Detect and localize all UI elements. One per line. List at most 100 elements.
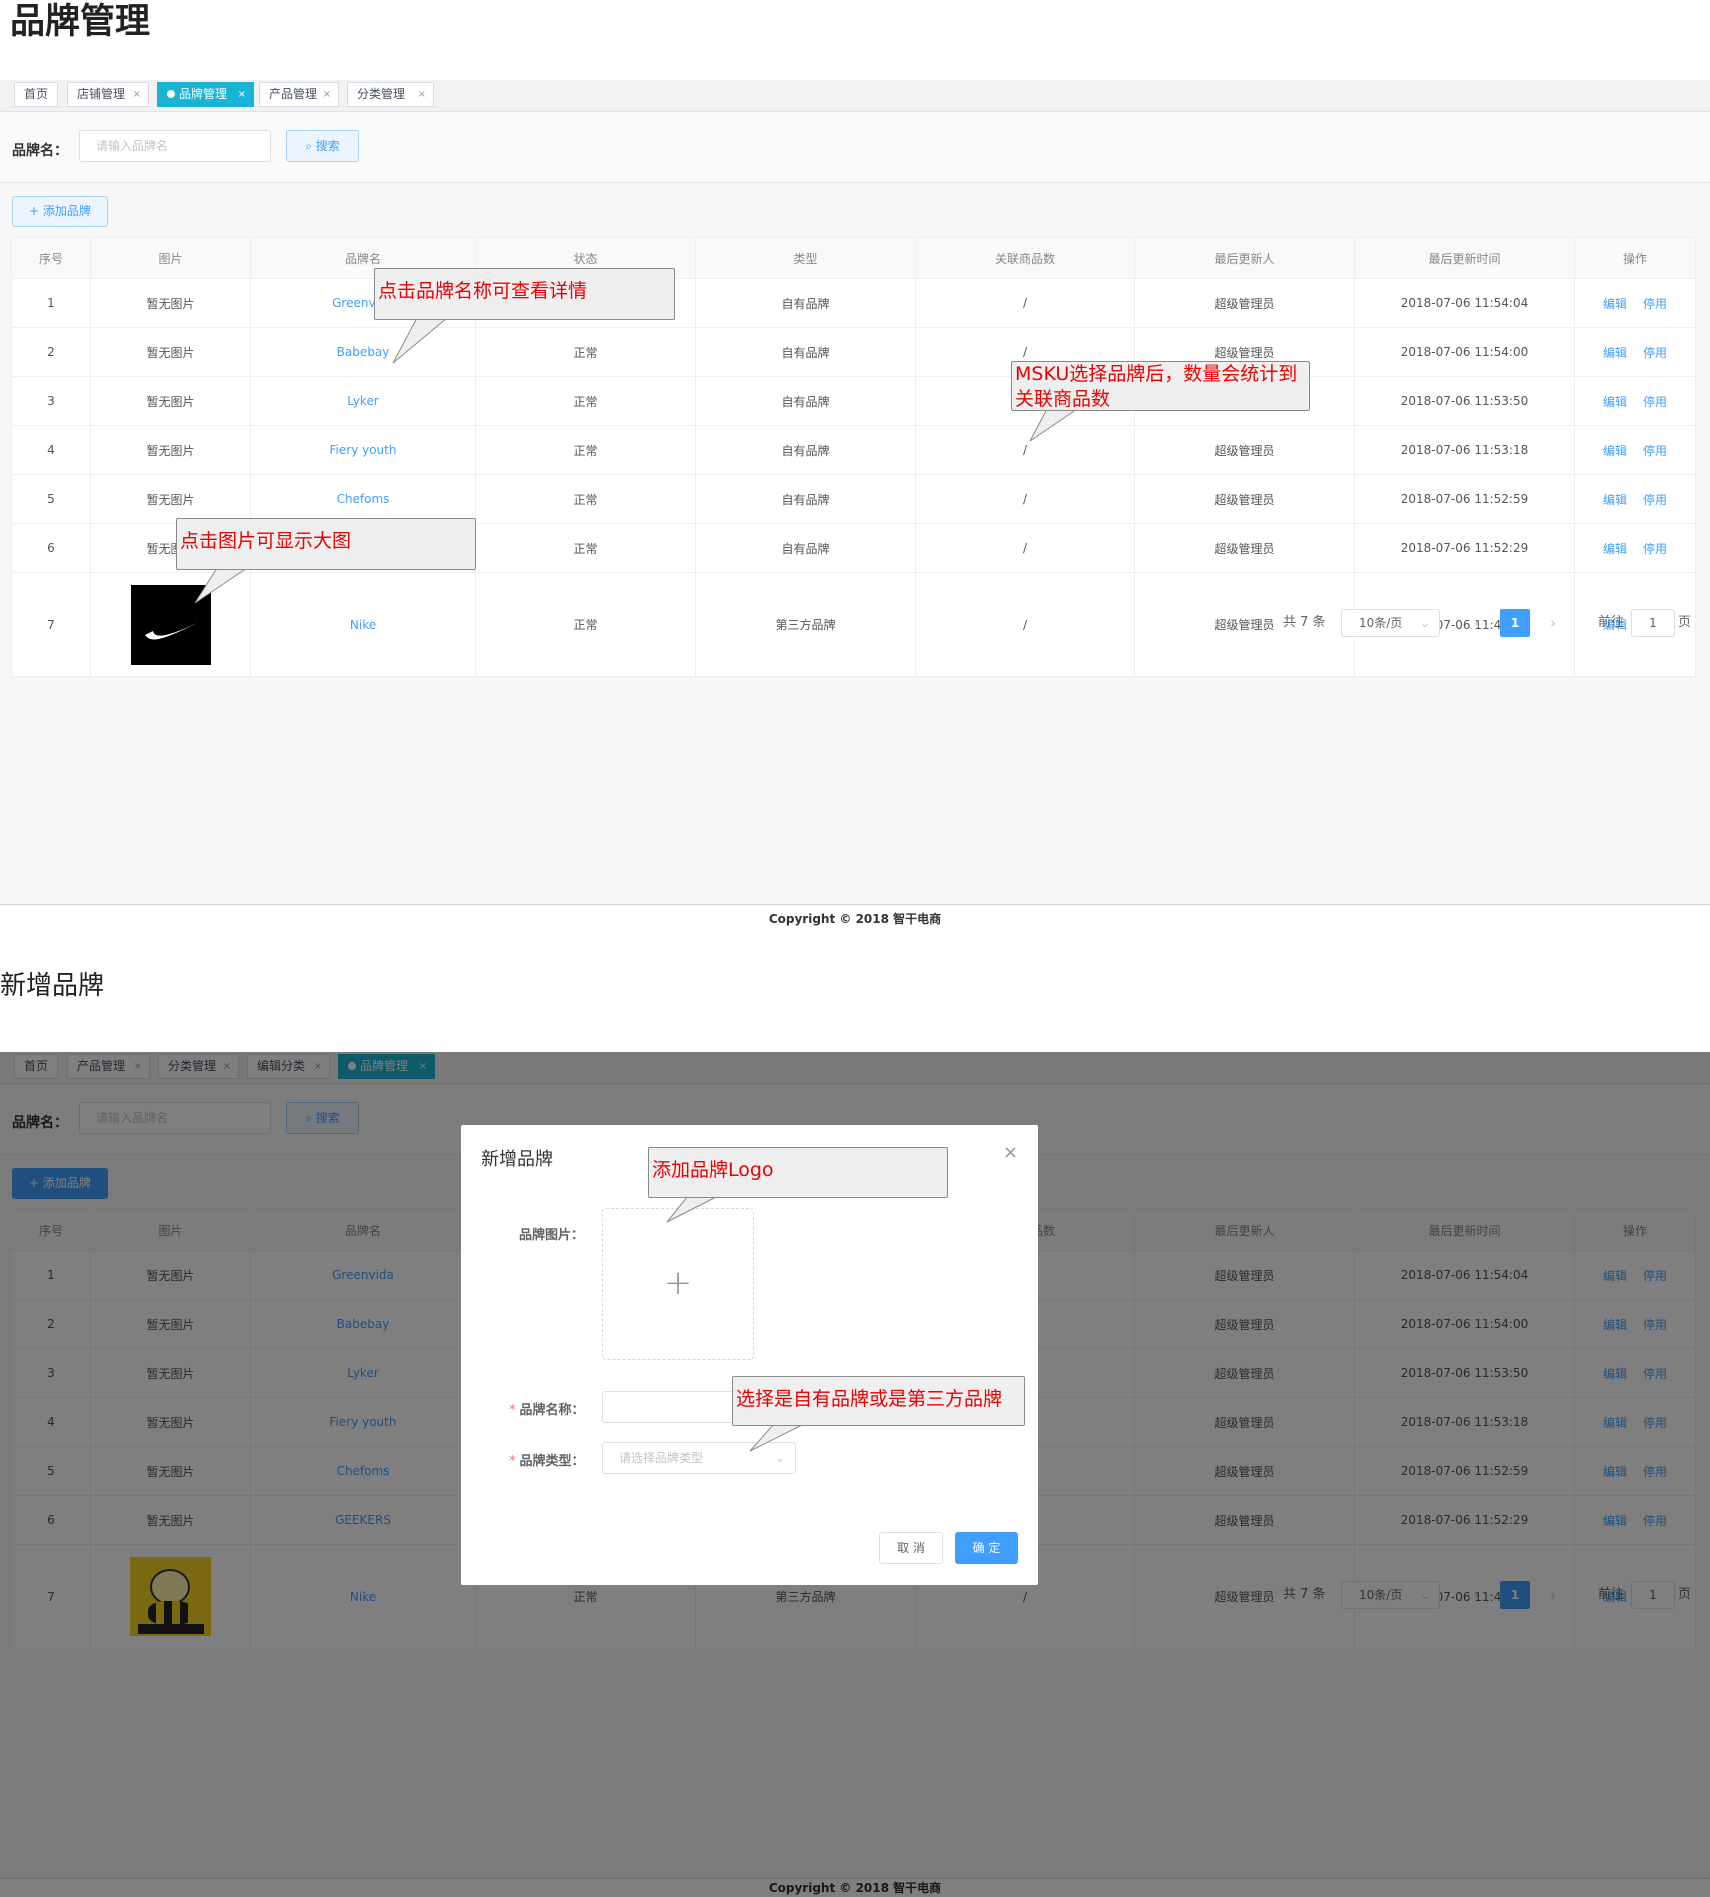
- actions-cell: 编辑 停用: [1574, 327, 1696, 377]
- actions-cell: 编辑 停用: [1574, 523, 1696, 573]
- updater-cell: 超级管理员: [1134, 278, 1355, 328]
- brand-search-input[interactable]: 请输入品牌名: [79, 130, 271, 162]
- brand-image-label-text: 品牌图片：: [519, 1228, 585, 1243]
- page-size-select[interactable]: 10条/页 ⌄: [1341, 609, 1440, 637]
- edit-button[interactable]: 编辑: [1603, 493, 1627, 507]
- search-bar: 品牌名： 请输入品牌名 ⌕ 搜索: [0, 113, 1710, 183]
- brand-image-label: 品牌图片：: [519, 1224, 584, 1243]
- update-time-cell: 2018-07-06 11:53:18: [1354, 425, 1575, 475]
- table-row: 7Nike正常第三方品牌/超级管理员2018-07-06 11:48:37编辑停…: [11, 572, 1696, 677]
- tab-label: 店铺管理: [77, 87, 126, 101]
- disable-button[interactable]: 停用: [1643, 297, 1667, 311]
- brand-image-placeholder[interactable]: 暂无图片: [90, 376, 251, 426]
- update-time-cell: 2018-07-06 11:53:50: [1354, 376, 1575, 426]
- confirm-button[interactable]: 确 定: [955, 1532, 1018, 1564]
- next-page-button[interactable]: ›: [1543, 609, 1563, 637]
- edit-button[interactable]: 编辑: [1603, 395, 1627, 409]
- row-index: 7: [11, 572, 91, 677]
- edit-button[interactable]: 编辑: [1603, 346, 1627, 360]
- brand-type-cell: 自有品牌: [695, 523, 916, 573]
- brand-type-cell: 自有品牌: [695, 327, 916, 377]
- brand-table: 序号图片品牌名状态类型关联商品数最后更新人最后更新时间操作1暂无图片Greenv…: [11, 237, 1696, 677]
- status-cell: 正常: [475, 327, 696, 377]
- tab-item[interactable]: 产品管理 ×: [259, 82, 339, 107]
- brand-name-link[interactable]: Babebay: [337, 345, 390, 359]
- tab-label: 产品管理: [269, 87, 318, 101]
- edit-button[interactable]: 编辑: [1603, 297, 1627, 311]
- callout-tail: [1029, 408, 1079, 442]
- linked-products-cell: /: [915, 474, 1135, 524]
- callout-msku: MSKU选择品牌后，数量会统计到关联商品数: [1011, 361, 1310, 411]
- add-brand-label: 添加品牌: [42, 204, 91, 218]
- brand-image-placeholder[interactable]: 暂无图片: [90, 278, 251, 328]
- section-title-new-brand: 新增品牌: [0, 971, 105, 1001]
- tab-label: 分类管理: [357, 87, 406, 101]
- tab-item[interactable]: 店铺管理 ×: [67, 82, 149, 107]
- search-button[interactable]: ⌕ 搜索: [286, 130, 359, 162]
- tab-item[interactable]: 分类管理 ×: [347, 82, 434, 107]
- column-header: 操作: [1574, 237, 1696, 279]
- brand-name-link[interactable]: Lyker: [347, 394, 379, 408]
- update-time-cell: 2018-07-06 11:52:59: [1354, 474, 1575, 524]
- brand-type-cell: 自有品牌: [695, 425, 916, 475]
- updater-cell: 超级管理员: [1134, 474, 1355, 524]
- callout-tail: [392, 317, 449, 364]
- update-time-cell: 2018-07-06 11:52:29: [1354, 523, 1575, 573]
- logo-upload-box[interactable]: +: [602, 1208, 754, 1360]
- brand-image-placeholder[interactable]: 暂无图片: [90, 425, 251, 475]
- close-icon[interactable]: ×: [1003, 1142, 1018, 1163]
- page-unit-label: 页: [1678, 615, 1692, 630]
- brand-name-link[interactable]: Nike: [350, 618, 376, 632]
- edit-button[interactable]: 编辑: [1603, 542, 1627, 556]
- row-index: 1: [11, 278, 91, 328]
- brand-name-label: * 品牌名称：: [509, 1399, 585, 1418]
- actions-cell: 编辑 停用: [1574, 376, 1696, 426]
- status-cell: 正常: [475, 474, 696, 524]
- disable-button[interactable]: 停用: [1643, 444, 1667, 458]
- actions-cell: 编辑 停用: [1574, 474, 1696, 524]
- callout-brand-type: 选择是自有品牌或是第三方品牌: [732, 1376, 1025, 1426]
- add-brand-button[interactable]: + 添加品牌: [12, 196, 108, 227]
- disable-button[interactable]: 停用: [1643, 395, 1667, 409]
- edit-button[interactable]: 编辑: [1603, 444, 1627, 458]
- linked-products-cell: /: [915, 572, 1135, 677]
- brand-name-cell: Lyker: [250, 376, 476, 426]
- table-row: 3暂无图片Lyker正常自有品牌/超级管理员2018-07-06 11:53:5…: [11, 376, 1696, 426]
- disable-button[interactable]: 停用: [1643, 346, 1667, 360]
- goto-page-input[interactable]: 1: [1631, 609, 1675, 637]
- close-tab-icon[interactable]: ×: [238, 83, 246, 106]
- disable-button[interactable]: 停用: [1643, 542, 1667, 556]
- column-header: 类型: [695, 237, 916, 279]
- updater-cell: 超级管理员: [1134, 425, 1355, 475]
- status-cell: 正常: [475, 523, 696, 573]
- column-header: 最后更新时间: [1354, 237, 1575, 279]
- brand-name-cell: Fiery youth: [250, 425, 476, 475]
- callout-tail: [749, 1423, 805, 1452]
- close-tab-icon[interactable]: ×: [133, 83, 141, 106]
- brand-type-label-text: 品牌类型：: [519, 1454, 585, 1469]
- close-tab-icon[interactable]: ×: [418, 83, 426, 106]
- required-marker: *: [509, 1454, 516, 1469]
- tab-item[interactable]: 品牌管理 ×: [157, 82, 254, 107]
- linked-products-cell: /: [915, 523, 1135, 573]
- prev-page-button[interactable]: ‹: [1467, 609, 1487, 637]
- brand-name-link[interactable]: Chefoms: [337, 492, 390, 506]
- updater-cell: 超级管理员: [1134, 523, 1355, 573]
- dialog-title: 新增品牌: [481, 1149, 553, 1170]
- update-time-cell: 2018-07-06 11:54:04: [1354, 278, 1575, 328]
- plus-icon: +: [29, 204, 43, 218]
- goto-label: 前往: [1598, 615, 1625, 630]
- cancel-button[interactable]: 取 消: [879, 1532, 943, 1564]
- brand-name-link[interactable]: Fiery youth: [330, 443, 397, 457]
- search-button-label: 搜索: [315, 139, 340, 153]
- brand-type-cell: 自有品牌: [695, 474, 916, 524]
- close-tab-icon[interactable]: ×: [323, 83, 331, 106]
- current-page-button[interactable]: 1: [1500, 609, 1530, 637]
- brand-name-label-text: 品牌名称：: [519, 1403, 585, 1418]
- brand-image-placeholder[interactable]: 暂无图片: [90, 474, 251, 524]
- disable-button[interactable]: 停用: [1643, 493, 1667, 507]
- row-index: 2: [11, 327, 91, 377]
- copyright-footer: Copyright © 2018 智干电商: [0, 904, 1710, 933]
- brand-image-placeholder[interactable]: 暂无图片: [90, 327, 251, 377]
- tab-item[interactable]: 首页: [14, 82, 58, 107]
